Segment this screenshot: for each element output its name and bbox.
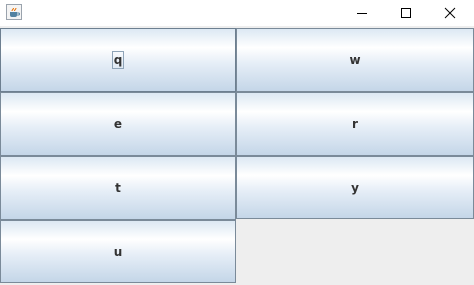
button-t-label: t: [115, 181, 121, 195]
button-w-label: w: [349, 53, 361, 67]
button-grid-panel: q w e r t y u: [0, 28, 474, 285]
maximize-button[interactable]: [384, 0, 428, 26]
button-w[interactable]: w: [236, 28, 474, 92]
minimize-icon: [357, 13, 367, 14]
app-window: q w e r t y u: [0, 0, 474, 285]
button-r[interactable]: r: [236, 92, 474, 156]
button-e[interactable]: e: [0, 92, 236, 156]
close-icon: [444, 7, 456, 19]
button-y[interactable]: y: [236, 156, 474, 219]
java-coffee-cup-icon[interactable]: [6, 4, 22, 20]
button-q-label: q: [111, 51, 125, 69]
title-bar: [0, 0, 474, 26]
maximize-icon: [401, 8, 411, 18]
button-u[interactable]: u: [0, 220, 236, 283]
button-t[interactable]: t: [0, 156, 236, 220]
close-button[interactable]: [428, 0, 472, 26]
button-e-label: e: [113, 117, 123, 131]
button-r-label: r: [352, 117, 358, 131]
button-u-label: u: [113, 244, 123, 259]
minimize-button[interactable]: [340, 0, 384, 26]
button-y-label: y: [351, 180, 359, 195]
button-q[interactable]: q: [0, 28, 236, 92]
